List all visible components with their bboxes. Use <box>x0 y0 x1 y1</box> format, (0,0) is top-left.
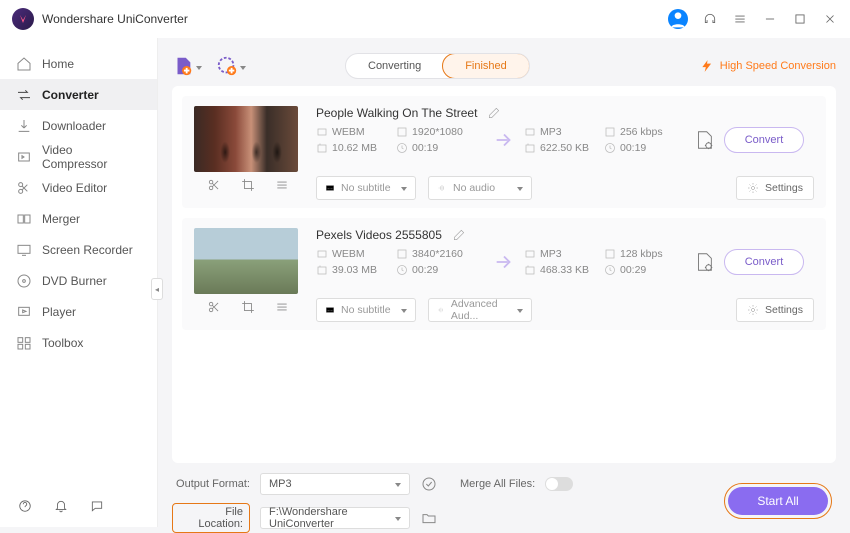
arrow-icon <box>484 129 524 151</box>
minimize-button[interactable] <box>762 11 778 27</box>
src-format: WEBM <box>316 248 396 260</box>
src-resolution: 3840*2160 <box>396 248 484 260</box>
arrow-icon <box>484 251 524 273</box>
bell-icon[interactable] <box>52 497 70 515</box>
toolbar: Converting Finished High Speed Conversio… <box>172 46 836 86</box>
output-format-label: Output Format: <box>172 478 250 490</box>
sidebar-item-merger[interactable]: Merger <box>0 203 157 234</box>
app-title: Wondershare UniConverter <box>42 12 668 26</box>
dst-size: 622.50 KB <box>524 142 604 154</box>
sidebar-collapse-handle[interactable]: ◂ <box>151 278 163 300</box>
trim-icon[interactable] <box>207 178 221 192</box>
chevron-down-icon <box>240 57 246 75</box>
merge-label: Merge All Files: <box>460 478 535 490</box>
high-speed-conversion-button[interactable]: High Speed Conversion <box>700 59 836 73</box>
thumbnail[interactable] <box>194 228 298 294</box>
src-format: WEBM <box>316 126 396 138</box>
headset-icon[interactable] <box>702 11 718 27</box>
tab-finished[interactable]: Finished <box>442 53 530 79</box>
sidebar: Home Converter Downloader Video Compress… <box>0 38 158 527</box>
close-button[interactable] <box>822 11 838 27</box>
src-size: 39.03 MB <box>316 264 396 276</box>
settings-button[interactable]: Settings <box>736 176 814 200</box>
add-folder-button[interactable] <box>216 55 246 77</box>
dst-format: MP3 <box>524 126 604 138</box>
subtitle-select[interactable]: No subtitle <box>316 298 416 322</box>
menu-icon[interactable] <box>732 11 748 27</box>
file-card: Pexels Videos 2555805 WEBM 3840*2160 MP3… <box>182 218 826 330</box>
output-settings-icon[interactable] <box>684 129 724 151</box>
sidebar-item-recorder[interactable]: Screen Recorder <box>0 234 157 265</box>
convert-button[interactable]: Convert <box>724 249 804 275</box>
file-location-select[interactable]: F:\Wondershare UniConverter <box>260 507 410 529</box>
dst-format: MP3 <box>524 248 604 260</box>
sidebar-item-editor[interactable]: Video Editor <box>0 172 157 203</box>
help-icon[interactable] <box>16 497 34 515</box>
settings-button[interactable]: Settings <box>736 298 814 322</box>
sidebar-item-downloader[interactable]: Downloader <box>0 110 157 141</box>
dst-duration: 00:29 <box>604 264 684 276</box>
crop-icon[interactable] <box>241 300 255 314</box>
src-resolution: 1920*1080 <box>396 126 484 138</box>
sidebar-item-dvd[interactable]: DVD Burner <box>0 265 157 296</box>
output-settings-icon[interactable] <box>684 251 724 273</box>
convert-button[interactable]: Convert <box>724 127 804 153</box>
user-avatar-icon[interactable] <box>668 9 688 29</box>
footer: Output Format: MP3 Merge All Files: File… <box>172 463 836 527</box>
subtitle-select[interactable]: No subtitle <box>316 176 416 200</box>
crop-icon[interactable] <box>241 178 255 192</box>
audio-select[interactable]: No audio <box>428 176 532 200</box>
chevron-down-icon <box>196 57 202 75</box>
add-file-button[interactable] <box>172 55 202 77</box>
file-title: People Walking On The Street <box>316 106 477 120</box>
dst-bitrate: 256 kbps <box>604 126 684 138</box>
file-card: People Walking On The Street WEBM 1920*1… <box>182 96 826 208</box>
dst-duration: 00:19 <box>604 142 684 154</box>
maximize-button[interactable] <box>792 11 808 27</box>
output-format-select[interactable]: MP3 <box>260 473 410 495</box>
sidebar-item-home[interactable]: Home <box>0 48 157 79</box>
tabs: Converting Finished <box>345 53 530 79</box>
file-title: Pexels Videos 2555805 <box>316 228 442 242</box>
sidebar-item-toolbox[interactable]: Toolbox <box>0 327 157 358</box>
tab-converting[interactable]: Converting <box>346 54 443 78</box>
edit-icon[interactable] <box>452 228 466 242</box>
dst-bitrate: 128 kbps <box>604 248 684 260</box>
sidebar-item-compressor[interactable]: Video Compressor <box>0 141 157 172</box>
sidebar-item-player[interactable]: Player <box>0 296 157 327</box>
more-icon[interactable] <box>275 178 289 192</box>
merge-toggle[interactable] <box>545 477 573 491</box>
audio-select[interactable]: Advanced Aud... <box>428 298 532 322</box>
edit-icon[interactable] <box>487 106 501 120</box>
thumbnail[interactable] <box>194 106 298 172</box>
file-list: People Walking On The Street WEBM 1920*1… <box>172 86 836 463</box>
main: Converting Finished High Speed Conversio… <box>158 38 850 527</box>
dst-size: 468.33 KB <box>524 264 604 276</box>
file-location-label: File Location: <box>172 503 250 533</box>
start-all-button[interactable]: Start All <box>728 487 828 515</box>
feedback-icon[interactable] <box>88 497 106 515</box>
more-icon[interactable] <box>275 300 289 314</box>
sidebar-item-converter[interactable]: Converter <box>0 79 157 110</box>
titlebar: Wondershare UniConverter <box>0 0 850 38</box>
app-logo <box>12 8 34 30</box>
format-info-icon[interactable] <box>420 475 438 493</box>
src-duration: 00:19 <box>396 142 484 154</box>
open-folder-icon[interactable] <box>420 509 438 527</box>
trim-icon[interactable] <box>207 300 221 314</box>
src-size: 10.62 MB <box>316 142 396 154</box>
start-all-highlight: Start All <box>724 483 832 519</box>
src-duration: 00:29 <box>396 264 484 276</box>
